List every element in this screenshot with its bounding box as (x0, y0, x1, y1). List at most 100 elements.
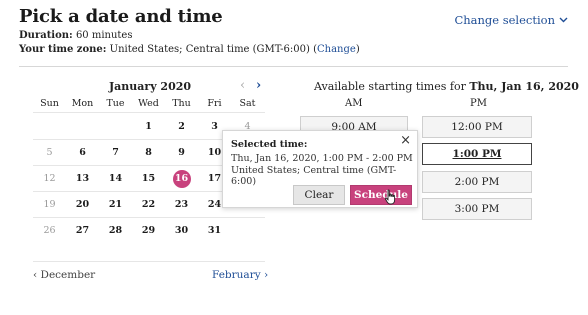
prev-month-link[interactable]: ‹ December (33, 269, 95, 281)
available-times-prefix: Available starting times for (314, 80, 466, 93)
calendar-empty-cell (33, 113, 66, 139)
calendar-day[interactable]: 13 (66, 166, 99, 192)
calendar-day-number: 8 (145, 147, 152, 158)
hand-cursor-icon (384, 189, 396, 205)
calendar-day[interactable]: 6 (66, 140, 99, 166)
calendar-week-row: 26 27 28 29 30 31 (33, 217, 265, 243)
divider (19, 66, 568, 67)
calendar-day[interactable]: 2 (165, 113, 198, 139)
calendar-day-unavailable: 19 (33, 192, 66, 218)
calendar-day[interactable]: 15 (132, 166, 165, 192)
calendar-day-selected[interactable]: 16 (165, 166, 198, 192)
popup-selected-timezone: United States; Central time (GMT-6:00) (231, 165, 397, 187)
calendar-day-number: 21 (108, 199, 123, 210)
calendar-day-number: 28 (108, 225, 123, 236)
weekday-label: Sat (239, 98, 256, 109)
timezone-paren-close: ) (355, 44, 360, 55)
calendar-day[interactable]: 1 (132, 113, 165, 139)
calendar-day-number: 24 (207, 199, 222, 210)
calendar-day[interactable]: 28 (99, 218, 132, 244)
available-times-title: Available starting times for Thu, Jan 16… (314, 80, 579, 93)
popup-selected-datetime: Thu, Jan 16, 2020, 1:00 PM - 2:00 PM (231, 153, 413, 164)
pm-column-label: PM (470, 98, 487, 109)
calendar-day-number: 10 (207, 147, 222, 158)
calendar-empty-cell (231, 218, 264, 244)
weekday-label: Thu (172, 98, 191, 109)
calendar-day[interactable]: 22 (132, 192, 165, 218)
calendar-day-number: 26 (43, 225, 56, 236)
calendar-day[interactable]: 9 (165, 140, 198, 166)
calendar-month-title: January 2020 (108, 80, 192, 93)
calendar-day-number: 29 (141, 225, 156, 236)
weekday-label: Mon (71, 98, 94, 109)
time-slot-button-selected[interactable]: 1:00 PM (422, 143, 532, 165)
calendar-day-number: 31 (207, 225, 222, 236)
timezone-value: United States; Central time (GMT-6:00) (109, 44, 310, 55)
calendar-day-number: 1 (145, 120, 152, 132)
calendar-day-number: 16 (172, 169, 191, 188)
time-slot-button[interactable]: 3:00 PM (422, 198, 532, 220)
calendar-day-number: 20 (75, 199, 90, 210)
calendar-bottom-divider (33, 261, 265, 262)
calendar-day-number: 19 (43, 199, 56, 210)
calendar-day-unavailable: 26 (33, 218, 66, 244)
calendar-day-number: 17 (207, 173, 222, 184)
calendar-day[interactable]: 14 (99, 166, 132, 192)
calendar-day-number: 12 (43, 173, 56, 184)
close-icon[interactable]: × (400, 133, 411, 148)
calendar-day[interactable]: 20 (66, 192, 99, 218)
timezone-label: Your time zone: (19, 44, 107, 55)
calendar-day-unavailable: 5 (33, 140, 66, 166)
next-month-label: February (212, 269, 261, 281)
weekday-label: Wed (138, 98, 159, 109)
duration-label: Duration: (19, 30, 73, 41)
calendar-day-number: 9 (178, 147, 185, 158)
calendar-day-number: 22 (141, 199, 156, 210)
calendar-next-icon[interactable]: › (256, 78, 261, 93)
am-column-label: AM (345, 98, 363, 109)
calendar-weekday-header: Sun Mon Tue Wed Thu Fri Sat (33, 98, 265, 112)
calendar-day-number: 3 (211, 120, 218, 132)
calendar-day-unavailable: 12 (33, 166, 66, 192)
time-slot-button[interactable]: 2:00 PM (422, 171, 532, 193)
change-selection-link[interactable]: Change selection (454, 13, 568, 27)
weekday-label: Fri (207, 98, 222, 109)
page-title: Pick a date and time (19, 6, 223, 27)
next-month-link[interactable]: February › (212, 269, 268, 281)
calendar-day[interactable]: 31 (198, 218, 231, 244)
calendar-day-number: 7 (112, 147, 119, 158)
calendar-day-number: 2 (178, 120, 185, 132)
change-selection-label: Change selection (454, 13, 555, 27)
calendar-day[interactable]: 23 (165, 192, 198, 218)
calendar-day-number: 5 (46, 147, 53, 158)
calendar-day[interactable]: 27 (66, 218, 99, 244)
calendar-day[interactable]: 8 (132, 140, 165, 166)
timezone-info: Your time zone: United States; Central t… (19, 44, 360, 55)
calendar-empty-cell (66, 113, 99, 139)
calendar-day-number: 27 (75, 225, 90, 236)
duration-info: Duration: 60 minutes (19, 30, 132, 41)
calendar-prev-icon[interactable]: ‹ (240, 78, 245, 93)
calendar-day-number: 23 (174, 199, 189, 210)
schedule-button[interactable]: Schedule (350, 185, 412, 205)
weekday-label: Sun (40, 98, 59, 109)
timezone-change-link[interactable]: Change (317, 44, 356, 55)
chevron-right-icon: › (263, 269, 269, 281)
calendar-day[interactable]: 7 (99, 140, 132, 166)
clear-button[interactable]: Clear (293, 185, 345, 205)
time-slot-button[interactable]: 12:00 PM (422, 116, 532, 138)
calendar-day-number: 13 (75, 173, 90, 184)
calendar-day[interactable]: 29 (132, 218, 165, 244)
calendar-day[interactable]: 30 (165, 218, 198, 244)
chevron-left-icon: ‹ (33, 269, 38, 281)
calendar-day-number: 14 (108, 173, 123, 184)
calendar-day-number: 15 (141, 173, 156, 184)
prev-month-label: December (40, 269, 96, 281)
weekday-label: Tue (106, 98, 125, 109)
chevron-down-icon (559, 17, 568, 23)
available-times-date: Thu, Jan 16, 2020 (469, 80, 579, 93)
popup-title: Selected time: (231, 139, 308, 150)
calendar-day-number: 30 (174, 225, 189, 236)
calendar-day[interactable]: 21 (99, 192, 132, 218)
calendar-empty-cell (99, 113, 132, 139)
